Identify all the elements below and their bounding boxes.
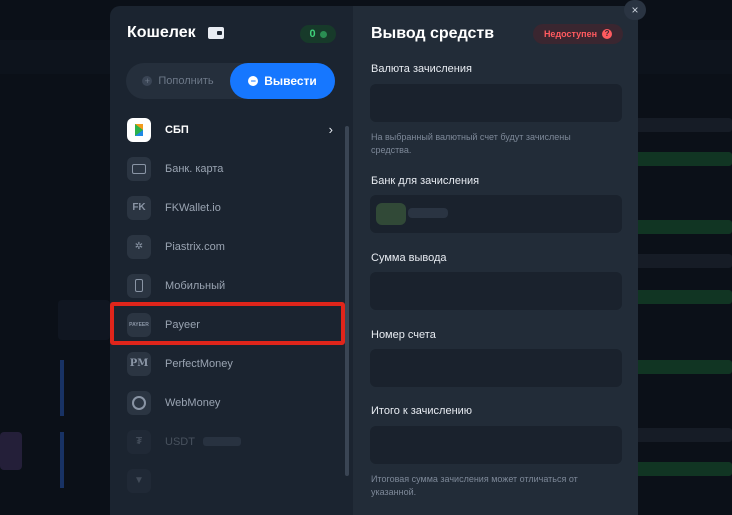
question-icon[interactable]: ? [602,29,613,39]
fkwallet-logo-icon: FK [127,195,151,220]
method-item-sbp[interactable]: СБП › [110,110,353,149]
bank-logo-icon [376,203,406,225]
piastrix-logo-icon: ✲ [127,234,151,259]
total-field [370,426,622,464]
method-item-perfectmoney[interactable]: PM PerfectMoney [110,344,353,383]
method-item-bank-card[interactable]: Банк. карта [110,149,353,188]
account-number-input[interactable] [370,349,622,387]
withdraw-tab[interactable]: − Вывести [230,63,335,99]
status-text: Недоступен [543,29,598,39]
amount-label: Сумма вывода [371,252,447,264]
blurred-tag [202,437,241,446]
wallet-icon [208,27,224,39]
bank-label: Банк для зачисления [371,175,480,187]
method-label: USDT [165,435,195,448]
wallet-title: Кошелек [127,24,196,41]
method-item-mobile[interactable]: Мобильный [110,266,353,305]
amount-input[interactable] [370,272,622,310]
method-item-piastrix[interactable]: ✲ Piastrix.com [110,227,353,266]
method-item-fkwallet[interactable]: FK FKWallet.io [110,188,353,227]
deposit-withdraw-toggle: + Пополнить − Вывести [126,63,335,99]
method-item-usdt[interactable]: ₮ USDT [110,422,353,461]
deposit-tab-label: Пополнить [158,75,214,87]
method-label: Банк. карта [165,162,224,175]
balance-badge[interactable]: 0 [300,25,336,43]
method-label: PerfectMoney [165,357,233,370]
method-label: WebMoney [165,396,221,409]
tron-logo-icon: ▼ [127,468,151,493]
webmoney-logo-icon [127,390,151,415]
wallet-panel: Кошелек 0 + Пополнить − Вывести СБП › Ба… [110,6,353,515]
method-label: Мобильный [165,279,226,292]
total-note: Итоговая сумма зачисления может отличать… [371,474,578,497]
usdt-logo-icon: ₮ [127,429,151,454]
method-item-tron[interactable]: ▼ [110,461,353,500]
methods-scrollbar[interactable] [345,126,349,476]
chevron-right-icon: › [328,122,333,137]
mobile-phone-icon [127,273,151,298]
payeer-highlight-box [110,302,345,345]
withdraw-panel: Вывод средств Недоступен ? Валюта зачисл… [353,6,638,515]
withdraw-title: Вывод средств [371,25,495,42]
method-label: Piastrix.com [165,240,225,253]
currency-label: Валюта зачисления [371,63,472,75]
account-label: Номер счета [371,329,436,341]
method-label: FKWallet.io [165,201,221,214]
currency-select[interactable] [370,84,622,122]
minus-icon: − [248,76,259,86]
status-badge: Недоступен ? [533,24,623,44]
total-label: Итого к зачислению [371,405,473,417]
sbp-logo-icon [127,117,151,142]
plus-icon: + [142,76,153,86]
method-label: СБП [165,123,189,136]
close-button[interactable]: × [624,0,646,20]
bank-card-icon [127,156,151,181]
perfectmoney-logo-icon: PM [127,351,151,376]
method-item-webmoney[interactable]: WebMoney [110,383,353,422]
withdraw-tab-label: Вывести [264,74,317,88]
bank-name-blurred [408,208,448,218]
currency-note: На выбранный валютный счет будут зачисле… [371,132,571,155]
wallet-modal: Кошелек 0 + Пополнить − Вывести СБП › Ба… [110,6,638,515]
bank-select[interactable] [370,195,622,233]
deposit-tab[interactable]: + Пополнить [126,63,230,99]
